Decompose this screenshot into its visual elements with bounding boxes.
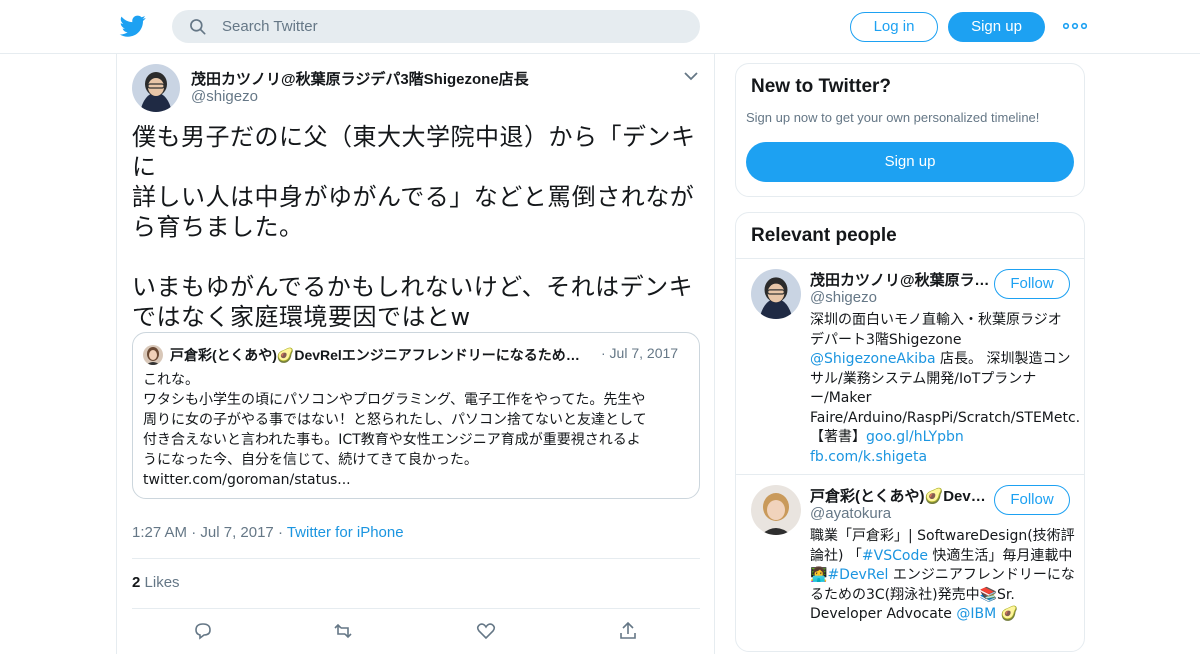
tweet-time: 1:27 AM [132,524,188,541]
top-navigation-bar: Log in Sign up [0,0,1200,54]
person-handle[interactable]: @shigezo [810,289,877,306]
relevant-people-title: Relevant people [751,225,897,246]
search-icon [190,19,206,35]
author-handle[interactable]: @shigezo [191,88,258,105]
bio-url-link[interactable]: goo.gl/hLYpbn [866,429,964,445]
more-options-icon[interactable] [1063,18,1087,34]
chevron-down-icon[interactable] [683,70,699,82]
follow-button[interactable]: Follow [994,269,1070,299]
tweet-panel: 茂田カツノリ@秋葉原ラジデパ3階Shigezone店長 @shigezo 僕も男… [116,54,715,654]
quoted-author-avatar [143,345,163,365]
bio-mention-link[interactable]: @ShigezoneAkiba [810,351,936,367]
author-name[interactable]: 茂田カツノリ@秋葉原ラジデパ3階Shigezone店長 [191,68,529,89]
sidebar-signup-button[interactable]: Sign up [746,142,1074,182]
retweet-icon[interactable] [332,620,354,642]
person-name[interactable]: 戸倉彩(とくあや)🥑DevRelエンジニアフレンドリーになるための3C(翔泳社)… [810,485,990,506]
reply-icon[interactable] [192,620,214,642]
bio-mention-link[interactable]: @IBM [956,606,996,622]
like-heart-icon[interactable] [475,620,497,642]
signup-card-subtitle: Sign up now to get your own personalized… [746,110,1040,125]
person-avatar[interactable] [751,485,801,535]
person-name[interactable]: 茂田カツノリ@秋葉原ラジデパ3階Shigezone店長 [810,269,990,290]
divider [132,608,700,609]
person-bio: 職業「戸倉彩」| SoftwareDesign(技術評論社) 「#VSCode … [810,527,1075,625]
quoted-date: · Jul 7, 2017 [601,345,679,361]
bio-url-link[interactable]: fb.com/k.shigeta [810,449,927,465]
quoted-author-name: 戸倉彩(とくあや)🥑DevRelエンジニアフレンドリーになるための3C(翔泳社)… [170,347,590,363]
share-icon[interactable] [617,620,639,642]
relevant-people-card: Relevant people 茂田カツノリ@秋葉原ラジデパ3階Shigezon… [735,212,1085,652]
likes-label: Likes [144,574,180,591]
tweet-text: 僕も男子だのに父（東大大学院中退）から「デンキに 詳しい人は中身がゆがんでる」な… [132,123,696,331]
tweet-source-link[interactable]: Twitter for iPhone [287,524,404,541]
quoted-tweet[interactable]: 戸倉彩(とくあや)🥑DevRelエンジニアフレンドリーになるための3C(翔泳社)… [132,332,700,499]
signup-card: New to Twitter? Sign up now to get your … [735,63,1085,197]
quoted-text: これな。 ワタシも小学生の頃にパソコンやプログラミング、電子工作をやってた。先生… [143,372,647,488]
login-button[interactable]: Log in [850,12,938,42]
likes-count: 2 [132,574,141,591]
twitter-bird-icon[interactable] [119,13,147,39]
bio-hashtag-link[interactable]: #VSCode [862,548,928,564]
search-box[interactable] [172,10,700,43]
signup-card-title: New to Twitter? [751,76,892,97]
person-avatar[interactable] [751,269,801,319]
signup-button[interactable]: Sign up [948,12,1045,42]
follow-button[interactable]: Follow [994,485,1070,515]
search-input[interactable] [222,10,682,43]
tweet-date: · Jul 7, 2017 · [191,524,283,541]
author-avatar[interactable] [132,64,180,112]
tweet-meta: 1:27 AM · Jul 7, 2017 · Twitter for iPho… [132,524,404,541]
bio-text: 🥑 [996,606,1019,622]
person-bio: 深圳の面白いモノ直輸入・秋葉原ラジオデパート3階Shigezone @Shige… [810,311,1080,467]
likes-stat[interactable]: 2 Likes [132,574,180,591]
bio-text: 深圳の面白いモノ直輸入・秋葉原ラジオデパート3階Shigezone [810,312,1062,348]
person-handle[interactable]: @ayatokura [810,505,891,522]
divider [736,474,1084,475]
divider [132,558,700,559]
divider [736,258,1084,259]
bio-hashtag-link[interactable]: #DevRel [827,567,888,583]
